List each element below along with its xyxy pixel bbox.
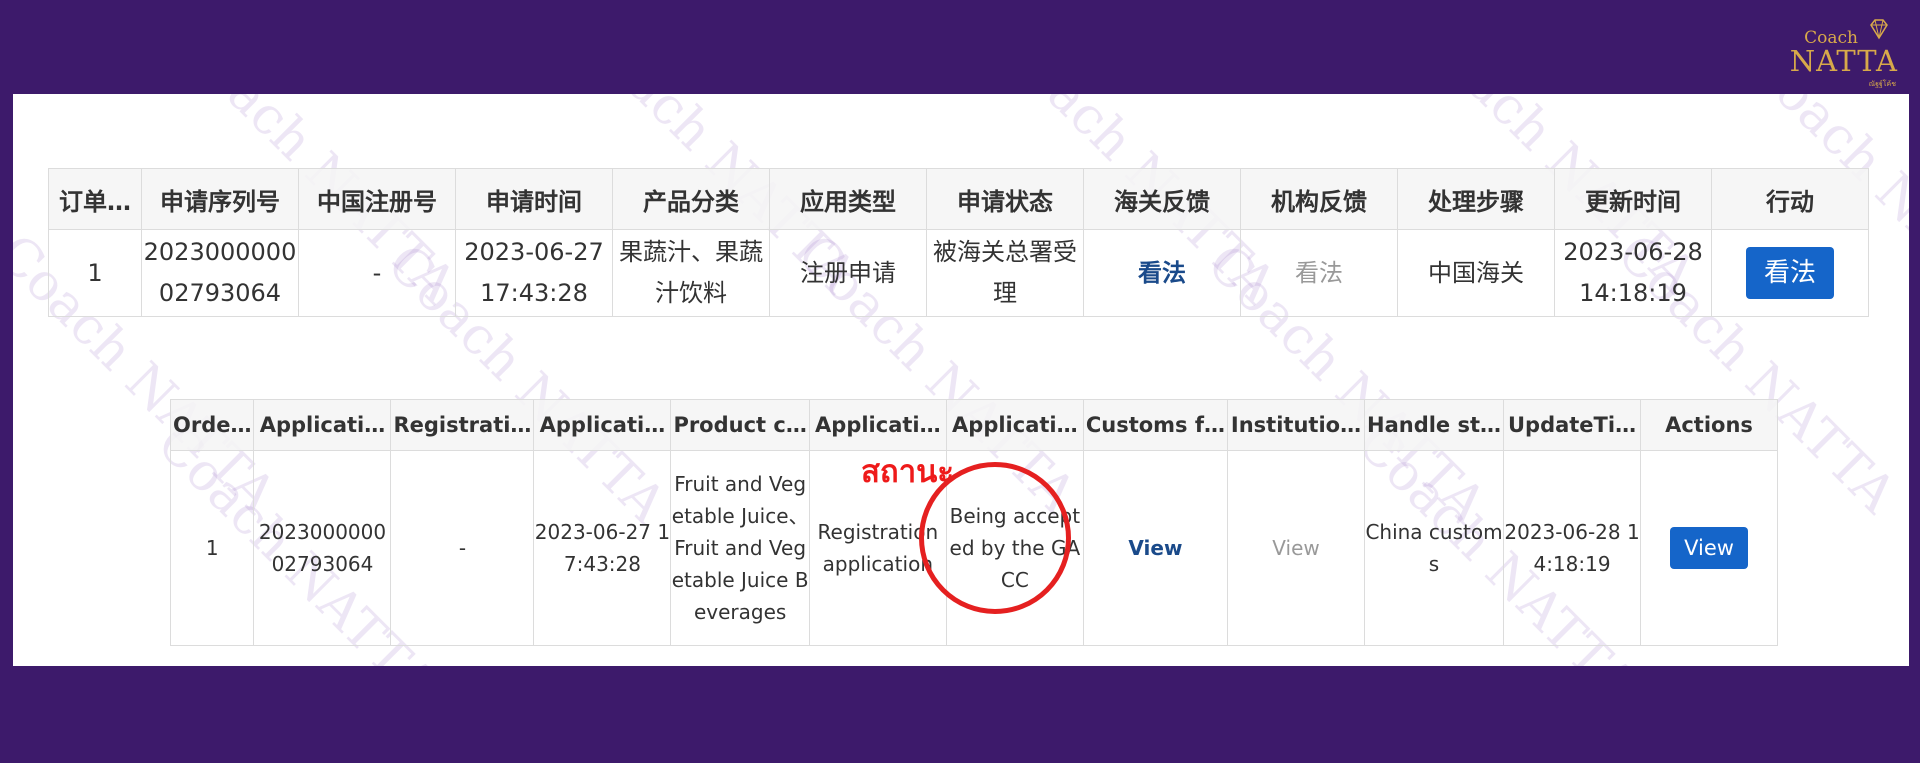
column-header[interactable]: 应用类型 — [769, 168, 927, 230]
table-header-row: 订单… 申请序列号 中国注册号 申请时间 产品分类 应用类型 申请状态 海关反馈… — [48, 168, 1869, 230]
applications-table-chinese: 订单… 申请序列号 中国注册号 申请时间 产品分类 应用类型 申请状态 海关反馈… — [48, 168, 1869, 317]
inst-feedback-cell: View — [1227, 450, 1365, 646]
update-time-cell: 2023-06-28 14:18:19 — [1503, 450, 1642, 646]
app-type-cell: 注册申请 — [769, 229, 927, 317]
cn-registration-cell: - — [298, 229, 456, 317]
column-header[interactable]: Applicati… — [253, 399, 392, 451]
column-header[interactable]: 产品分类 — [612, 168, 770, 230]
registration-cell: - — [390, 450, 535, 646]
table-row: 1 2023000000 02793064 - 2023-06-27 17:43… — [48, 229, 1869, 317]
column-header[interactable]: 更新时间 — [1554, 168, 1712, 230]
customs-feedback-cell: 看法 — [1083, 229, 1241, 317]
column-header[interactable]: 订单… — [48, 168, 142, 230]
column-header[interactable]: 申请状态 — [926, 168, 1084, 230]
inst-feedback-link: View — [1272, 536, 1320, 560]
column-header[interactable]: 中国注册号 — [298, 168, 456, 230]
column-header[interactable]: 处理步骤 — [1397, 168, 1555, 230]
status-cell: 被海关总署受理 — [926, 229, 1084, 317]
logo-natta-text: NATTA — [1789, 44, 1898, 78]
step-cell: China customs — [1363, 450, 1505, 646]
column-header[interactable]: 海关反馈 — [1083, 168, 1241, 230]
category-cell: Fruit and Vegetable Juice、Fruit and Vege… — [670, 450, 810, 646]
column-header[interactable]: Applicati… — [945, 399, 1084, 451]
column-header[interactable]: Customs f… — [1082, 399, 1229, 451]
view-button[interactable]: 看法 — [1745, 247, 1834, 299]
column-header[interactable]: Actions — [1640, 399, 1779, 451]
status-highlight-circle — [919, 462, 1071, 614]
coach-natta-logo: Coach NATTA ณัฐฐ์โค้ช — [1790, 18, 1898, 88]
step-cell: 中国海关 — [1397, 229, 1555, 317]
column-header[interactable]: Handle st… — [1363, 399, 1505, 451]
inst-feedback-link: 看法 — [1295, 258, 1343, 287]
logo-thai-text: ณัฐฐ์โค้ช — [1868, 80, 1896, 88]
column-header[interactable]: Applicati… — [533, 399, 672, 451]
customs-feedback-link[interactable]: 看法 — [1138, 259, 1186, 287]
action-cell: 看法 — [1711, 229, 1869, 317]
screenshot-panel: Coach NATTA Coach NATTA Coach NATTA Coac… — [13, 94, 1909, 666]
column-header[interactable]: Orde… — [169, 399, 255, 451]
view-button[interactable]: View — [1670, 527, 1748, 569]
order-cell: 1 — [169, 450, 255, 646]
category-cell: 果蔬汁、果蔬汁饮料 — [612, 229, 770, 317]
action-cell: View — [1640, 450, 1779, 646]
apply-time-cell: 2023-06-27 17:43:28 — [533, 450, 672, 646]
customs-feedback-cell: View — [1082, 450, 1229, 646]
column-header[interactable]: Registrati… — [390, 399, 535, 451]
apply-time-cell: 2023-06-27 17:43:28 — [455, 229, 613, 317]
order-cell: 1 — [48, 229, 142, 317]
serial-cell: 2023000000 02793064 — [253, 450, 392, 646]
column-header[interactable]: 机构反馈 — [1240, 168, 1398, 230]
column-header[interactable]: Institutio… — [1227, 399, 1365, 451]
column-header[interactable]: Applicati… — [808, 399, 947, 451]
customs-feedback-link[interactable]: View — [1128, 536, 1182, 560]
diamond-icon — [1870, 19, 1888, 40]
serial-cell: 2023000000 02793064 — [141, 229, 299, 317]
column-header[interactable]: Product c… — [670, 399, 810, 451]
update-time-cell: 2023-06-28 14:18:19 — [1554, 229, 1712, 317]
column-header[interactable]: 申请序列号 — [141, 168, 299, 230]
inst-feedback-cell: 看法 — [1240, 229, 1398, 317]
column-header[interactable]: 申请时间 — [455, 168, 613, 230]
table-header-row: Orde… Applicati… Registrati… Applicati… … — [169, 399, 1779, 451]
column-header[interactable]: UpdateTi… — [1503, 399, 1642, 451]
column-header[interactable]: 行动 — [1711, 168, 1869, 230]
